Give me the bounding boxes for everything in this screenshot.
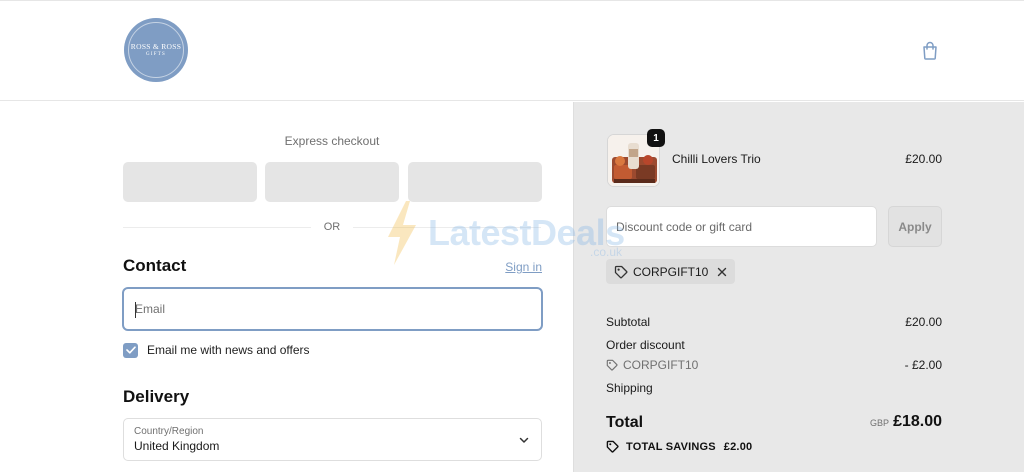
savings-value: £2.00 <box>723 440 753 453</box>
header-divider <box>0 0 1024 1</box>
news-offers-option[interactable]: Email me with news and offers <box>123 342 310 358</box>
cart-button[interactable] <box>918 38 942 62</box>
country-select[interactable]: Country/Region United Kingdom <box>123 418 542 461</box>
shopping-bag-icon <box>923 41 937 60</box>
tag-icon <box>614 265 628 279</box>
savings-label: TOTAL SAVINGS <box>626 440 716 453</box>
discount-value: - £2.00 <box>904 358 942 372</box>
total-amount: GBP £18.00 <box>814 413 942 431</box>
currency-code: GBP <box>870 418 890 428</box>
express-pay-button-2[interactable] <box>265 162 399 202</box>
sign-in-link[interactable]: Sign in <box>476 260 542 274</box>
tag-icon <box>606 440 619 453</box>
or-divider: OR <box>123 219 541 235</box>
shipping-label: Shipping <box>606 381 653 395</box>
applied-code-label: CORPGIFT10 <box>633 264 709 279</box>
subtotal-value: £20.00 <box>905 315 942 329</box>
tag-icon <box>606 359 618 371</box>
site-header: ROSS & ROSS GIFTS <box>0 0 1024 101</box>
discount-code-line: CORPGIFT10 <box>606 358 698 372</box>
quantity-badge: 1 <box>647 129 665 147</box>
chevron-down-icon <box>519 437 529 443</box>
applied-discount-chip: CORPGIFT10 <box>606 259 736 284</box>
logo-ring <box>128 22 184 78</box>
contact-heading: Contact <box>123 256 187 275</box>
checkout-form: Express checkout OR Contact Sign in Emai… <box>0 102 573 472</box>
close-icon <box>718 267 727 276</box>
news-offers-checkbox[interactable] <box>123 342 138 358</box>
country-value: United Kingdom <box>134 439 220 453</box>
total-label: Total <box>606 414 644 431</box>
order-summary: 1 Chilli Lovers Trio £20.00 Apply CORPGI… <box>573 102 1024 472</box>
apply-button[interactable]: Apply <box>888 206 942 247</box>
text-caret <box>135 302 136 318</box>
express-pay-button-3[interactable] <box>408 162 542 202</box>
email-input[interactable] <box>124 289 541 329</box>
product-price: £20.00 <box>905 152 942 166</box>
email-field[interactable] <box>123 288 542 330</box>
checkmark-icon <box>125 346 136 354</box>
discount-code-label: CORPGIFT10 <box>623 358 699 372</box>
delivery-heading: Delivery <box>123 387 190 406</box>
discount-input[interactable] <box>607 207 876 246</box>
remove-discount-button[interactable] <box>717 267 727 277</box>
order-discount-label: Order discount <box>606 338 685 352</box>
store-logo[interactable]: ROSS & ROSS GIFTS <box>124 18 188 82</box>
total-value: £18.00 <box>893 413 942 430</box>
product-name: Chilli Lovers Trio <box>672 152 761 166</box>
country-label: Country/Region <box>134 426 204 437</box>
news-offers-label: Email me with news and offers <box>147 343 310 357</box>
total-savings: TOTAL SAVINGS £2.00 <box>606 440 752 453</box>
or-line-right <box>353 227 541 228</box>
subtotal-label: Subtotal <box>606 315 651 329</box>
express-checkout-label: Express checkout <box>284 134 380 148</box>
express-pay-button-1[interactable] <box>123 162 257 202</box>
discount-field[interactable] <box>606 206 877 247</box>
